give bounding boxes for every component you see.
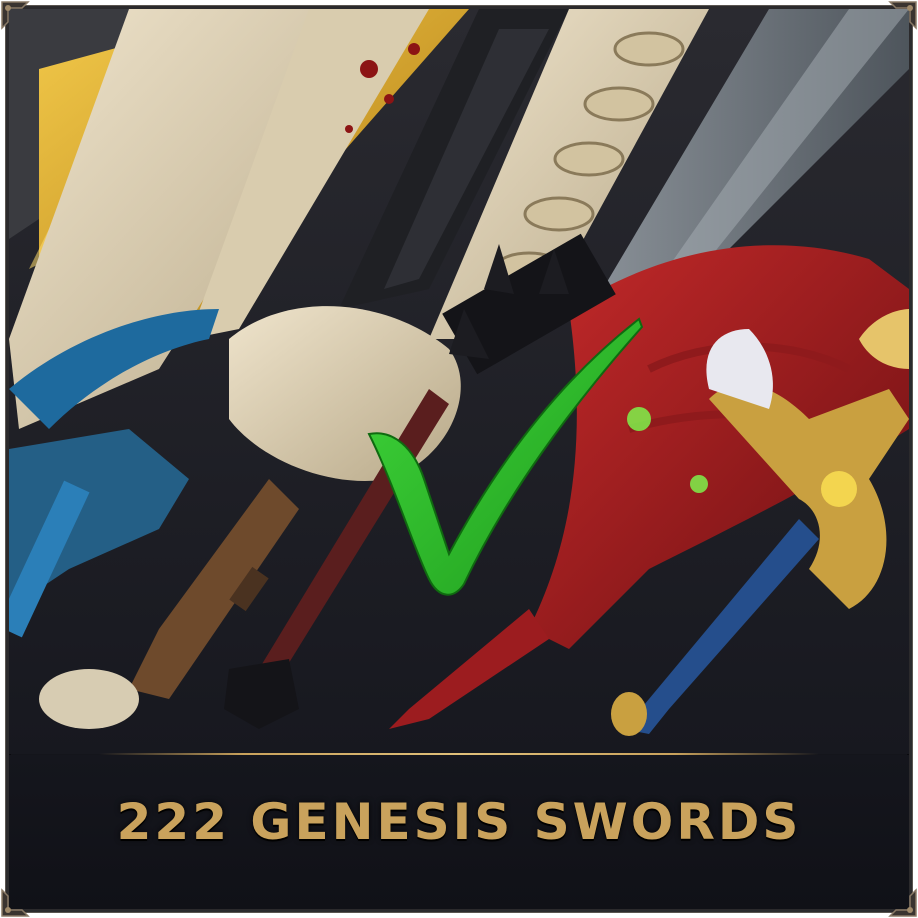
item-title: 222 GENESIS SWORDS bbox=[116, 793, 802, 851]
item-card[interactable]: 222 GENESIS SWORDS bbox=[0, 0, 918, 918]
card-frame: 222 GENESIS SWORDS bbox=[6, 6, 912, 912]
gold-divider bbox=[99, 753, 819, 755]
ornate-corner-icon bbox=[1, 1, 30, 30]
ornate-corner-icon bbox=[888, 1, 917, 30]
ornate-corner-icon bbox=[888, 888, 917, 917]
swords-artwork bbox=[9, 9, 909, 754]
ornate-corner-icon bbox=[1, 888, 30, 917]
